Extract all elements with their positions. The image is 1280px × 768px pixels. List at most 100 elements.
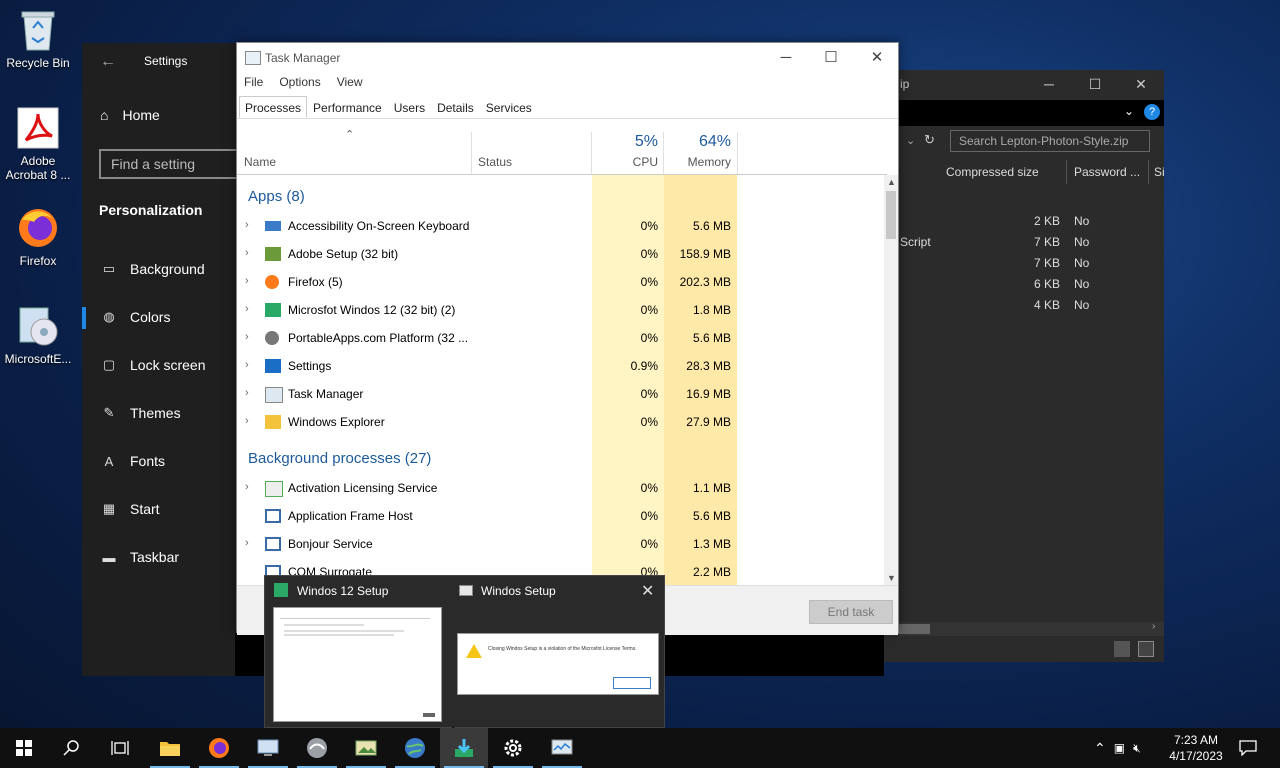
close-icon[interactable]: ✕ [854,47,900,69]
tiles-view-icon[interactable] [1138,641,1154,657]
taskbar-portableapps[interactable] [293,728,341,768]
system-tray: ⌃ ▣ 🔇︎ [1094,728,1164,768]
process-row[interactable]: Application Frame Host 0% 5.6 MB [237,502,885,530]
process-row[interactable]: › Microsfot Windos 12 (32 bit) (2) 0% 1.… [237,296,885,324]
archive-row[interactable]: 7 KB No [884,253,1164,274]
tab-performance[interactable]: Performance [307,96,388,118]
archive-row[interactable]: 2 KB No [884,211,1164,232]
process-row[interactable]: › Adobe Setup (32 bit) 0% 158.9 MB [237,240,885,268]
volume-muted-icon[interactable]: 🔇︎ [1133,741,1141,756]
dropdown-chevron-icon[interactable]: ⌄ [906,134,915,147]
expand-chevron-icon[interactable]: › [245,359,249,371]
process-row[interactable]: › Windows Explorer 0% 27.9 MB [237,408,885,436]
settings-item-lock-screen[interactable]: ▢ Lock screen [100,357,206,373]
column-cpu[interactable]: CPU [592,155,658,169]
taskbar-firefox[interactable] [195,728,243,768]
clock[interactable]: 7:23 AM 4/17/2023 [1166,732,1226,764]
scroll-up-icon[interactable]: ▲ [887,177,896,187]
expand-chevron-icon[interactable]: › [245,331,249,343]
taskbar-file-explorer[interactable] [146,728,194,768]
thumbnail-title[interactable]: Windos Setup [481,584,556,598]
close-icon[interactable]: ✕ [1118,70,1164,100]
taskbar-globe-app[interactable] [391,728,439,768]
chevron-up-icon[interactable]: ⌃ [1094,740,1106,757]
settings-item-colors[interactable]: ◍ Colors [100,309,170,325]
menu-file[interactable]: File [244,75,263,89]
scroll-thumb[interactable] [886,191,896,239]
process-row[interactable]: › Accessibility On-Screen Keyboard 0% 5.… [237,212,885,240]
process-row[interactable]: › Activation Licensing Service 0% 1.1 MB [237,474,885,502]
expand-chevron-icon[interactable]: › [245,481,249,493]
archive-hscrollbar[interactable]: › [884,621,1164,636]
settings-item-taskbar[interactable]: ▬ Taskbar [100,549,180,565]
refresh-icon[interactable]: ↻ [924,132,935,148]
settings-home[interactable]: ⌂ Home [100,107,160,123]
archive-row[interactable]: 4 KB No [884,295,1164,316]
archive-row[interactable]: 6 KB No [884,274,1164,295]
expand-chevron-icon[interactable]: › [245,275,249,287]
column-memory[interactable]: Memory [664,155,731,169]
start-button[interactable] [0,728,48,768]
column-compressed-size[interactable]: Compressed size [946,165,1039,179]
close-icon[interactable]: ✕ [641,581,654,601]
network-icon[interactable]: ▣ [1114,741,1125,755]
expand-chevron-icon[interactable]: › [245,247,249,259]
settings-item-background[interactable]: ▭ Background [100,261,205,277]
thumbnail-preview-windos-12-setup[interactable] [273,607,442,722]
settings-item-start[interactable]: ▦ Start [100,501,160,517]
details-view-icon[interactable] [1114,641,1130,657]
minimize-icon[interactable]: ─ [763,47,809,69]
expand-chevron-icon[interactable]: › [245,387,249,399]
tab-services[interactable]: Services [480,96,538,118]
process-row[interactable]: › Settings 0.9% 28.3 MB [237,352,885,380]
expand-chevron-icon[interactable]: › [245,415,249,427]
tab-users[interactable]: Users [388,96,431,118]
archive-row[interactable]: Script 7 KB No [884,232,1164,253]
chevron-down-icon[interactable]: ⌄ [1124,104,1134,118]
expand-chevron-icon[interactable]: › [245,537,249,549]
scroll-down-icon[interactable]: ▼ [887,573,896,583]
settings-item-fonts[interactable]: A Fonts [100,453,165,469]
vertical-scrollbar[interactable]: ▲ ▼ [884,175,898,585]
process-row[interactable]: › Task Manager 0% 16.9 MB [237,380,885,408]
desktop-icon-adobe-acrobat[interactable]: Adobe Acrobat 8 ... [0,106,76,182]
minimize-icon[interactable]: ─ [1026,70,1072,100]
maximize-icon[interactable]: ☐ [1072,70,1118,100]
desktop-icon-microsoft-edge[interactable]: MicrosoftE... [0,304,76,366]
column-password[interactable]: Password ... [1074,165,1140,179]
notification-button[interactable] [1238,728,1258,768]
taskbar-image-viewer[interactable] [342,728,390,768]
process-row[interactable]: › Firefox (5) 0% 202.3 MB [237,268,885,296]
expand-chevron-icon[interactable]: › [245,303,249,315]
taskbar-task-manager[interactable] [538,728,586,768]
search-button[interactable] [48,728,96,768]
task-manager-titlebar[interactable]: Task Manager ─ ☐ ✕ [237,43,898,73]
thumbnail-preview-windos-setup[interactable]: Closing Windos Setup is a violation of t… [457,633,659,695]
tab-processes[interactable]: Processes [239,96,308,118]
scroll-right-icon[interactable]: › [1152,621,1155,632]
column-size[interactable]: Si [1154,165,1165,179]
task-manager-icon [245,51,261,65]
maximize-icon[interactable]: ☐ [808,47,854,69]
thumbnail-title[interactable]: Windos 12 Setup [297,584,388,598]
menu-options[interactable]: Options [279,75,320,89]
tab-details[interactable]: Details [431,96,480,118]
help-icon[interactable]: ? [1144,104,1160,120]
taskbar-settings[interactable] [489,728,537,768]
archive-search-input[interactable]: Search Lepton-Photon-Style.zip [950,130,1150,152]
task-view-button[interactable] [96,728,144,768]
desktop-icon-recycle-bin[interactable]: Recycle Bin [0,8,76,70]
process-row[interactable]: › Bonjour Service 0% 1.3 MB [237,530,885,558]
taskbar-windos-setup[interactable] [440,728,488,768]
process-row[interactable]: › PortableApps.com Platform (32 ... 0% 5… [237,324,885,352]
menu-view[interactable]: View [337,75,363,89]
desktop-icon-firefox[interactable]: Firefox [0,206,76,268]
acrobat-icon [16,106,60,150]
back-arrow-icon[interactable]: ← [100,53,116,71]
column-status[interactable]: Status [478,155,512,169]
column-name[interactable]: Name [244,155,276,169]
taskbar-remote-desktop[interactable] [244,728,292,768]
expand-chevron-icon[interactable]: › [245,219,249,231]
settings-item-themes[interactable]: ✎ Themes [100,405,181,421]
end-task-button[interactable]: End task [809,600,893,624]
